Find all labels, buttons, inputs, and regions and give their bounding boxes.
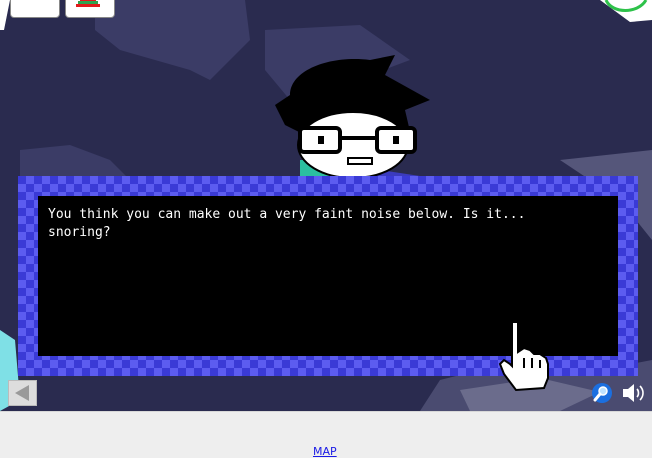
menu-button-left[interactable]: [10, 0, 60, 18]
magnifier-icon[interactable]: [590, 382, 614, 406]
game-scene: You think you can make out a very faint …: [0, 0, 652, 411]
speaker-icon[interactable]: [620, 380, 646, 406]
hand-pointer-icon: [498, 321, 549, 392]
book-icon: [76, 0, 100, 7]
dialog-text: You think you can make out a very faint …: [48, 207, 526, 240]
left-arrow-icon: [15, 385, 29, 401]
footer-bar: MAP: [0, 411, 652, 458]
menu-button-right[interactable]: [65, 0, 115, 18]
back-button[interactable]: [8, 380, 37, 406]
